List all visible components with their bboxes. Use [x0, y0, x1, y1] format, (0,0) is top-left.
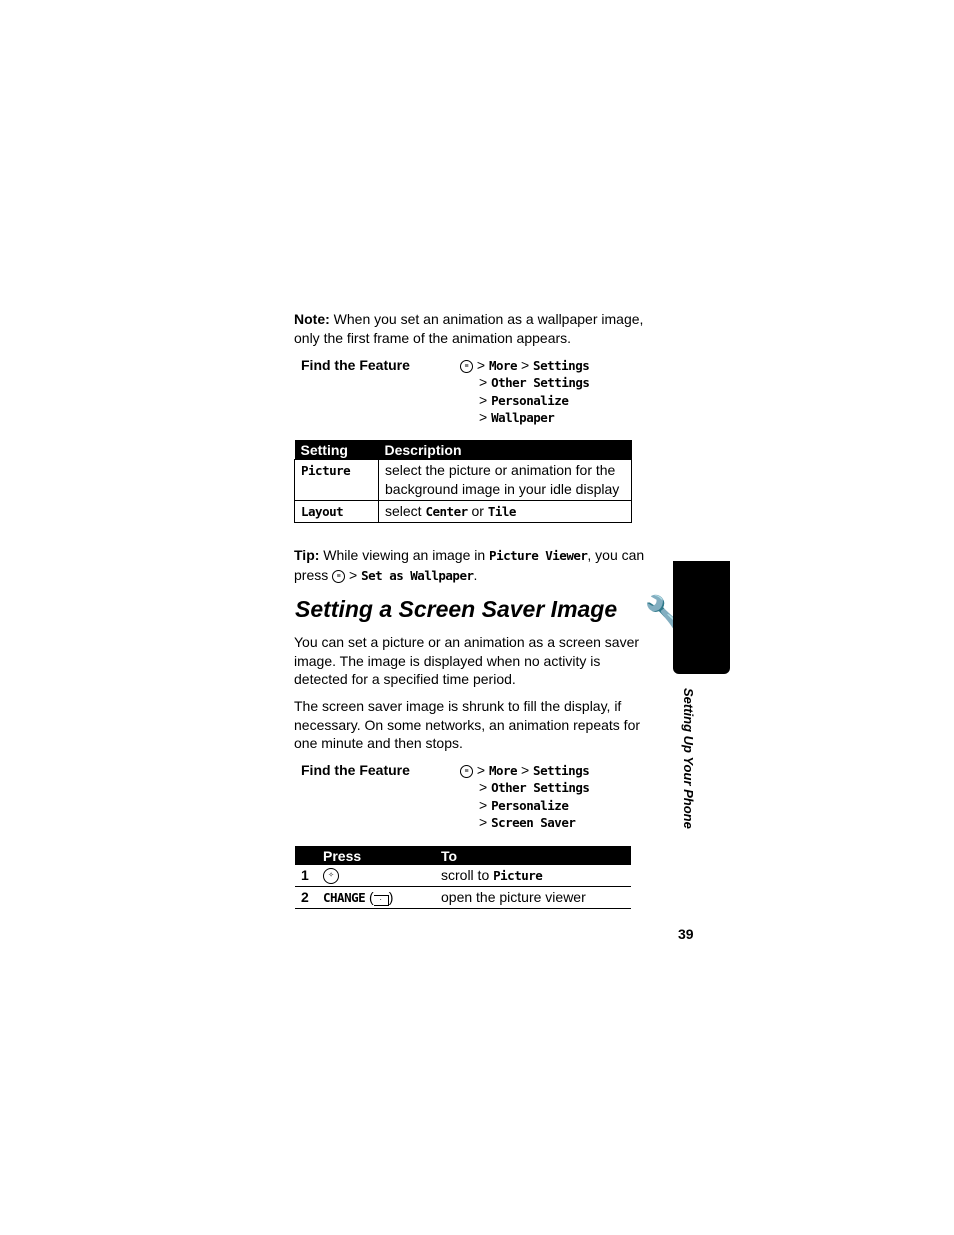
table-row: 2 CHANGE (·) open the picture viewer	[295, 886, 631, 909]
find-feature-label: Find the Feature	[301, 762, 410, 778]
page-number: 39	[678, 926, 694, 942]
soft-key-icon: ·	[373, 895, 389, 906]
menu-key-icon: ≡	[460, 359, 473, 373]
find-feature-label: Find the Feature	[301, 357, 410, 373]
side-tab-block	[673, 561, 730, 674]
table-row: Picture select the picture or animation f…	[294, 459, 632, 501]
section-heading: Setting a Screen Saver Image	[295, 596, 618, 622]
side-tab-label: Setting Up Your Phone	[681, 688, 696, 829]
menu-key-icon: ≡	[332, 569, 346, 583]
nav-key-icon: ✧	[323, 868, 339, 885]
table-row: Layout select Center or Tile	[294, 500, 632, 523]
wallpaper-settings-table: Setting Description Picture select the pic…	[294, 440, 632, 523]
table-row: 1 ✧ scroll to Picture	[295, 865, 631, 887]
para-1: You can set a picture or an animation as…	[294, 634, 640, 688]
menu-key-icon: ≡	[460, 764, 473, 778]
tip: Tip: While viewing an image in Picture V…	[294, 547, 645, 583]
steps-table: Press To 1 ✧ scroll to Picture 2 CHANGE (·) o…	[295, 846, 631, 909]
note-label: Note:	[294, 311, 330, 327]
note-text: When you set an animation as a wallpaper…	[294, 311, 644, 346]
para-2: The screen saver image is shrunk to fill…	[294, 698, 641, 752]
note: Note: When you set an animation as a wal…	[294, 310, 654, 347]
